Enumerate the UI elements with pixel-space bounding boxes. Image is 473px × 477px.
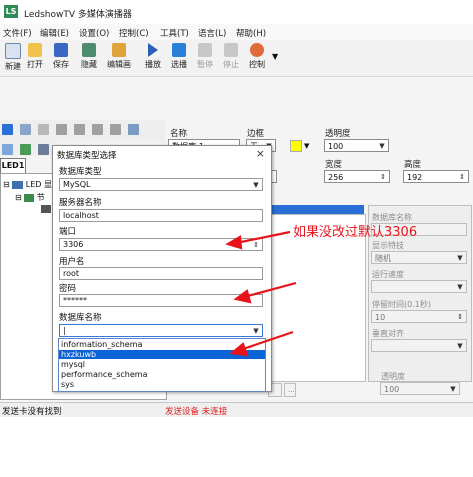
arrow-head (233, 289, 252, 304)
arrow-head (229, 342, 249, 357)
arrow-to-port (235, 230, 291, 245)
arrow-head (225, 235, 243, 250)
annotation-arrows (225, 230, 297, 357)
arrow-to-password (243, 281, 297, 299)
arrow-to-dropdown (239, 330, 294, 352)
